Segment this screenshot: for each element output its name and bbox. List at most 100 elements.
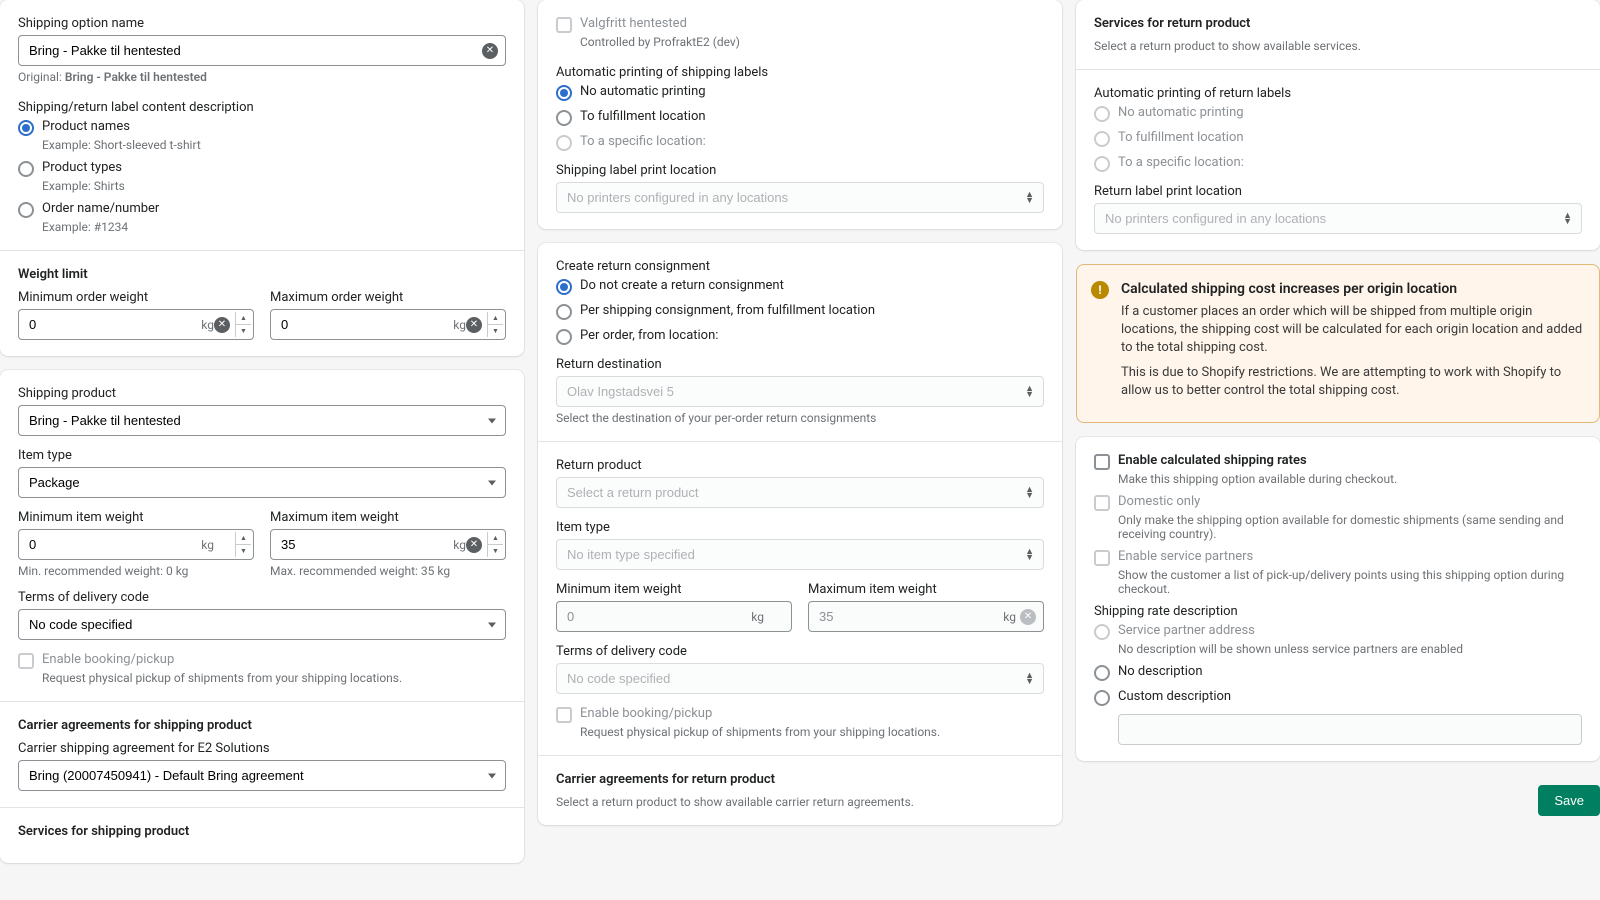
radio-label: To a specific location: bbox=[1118, 155, 1244, 170]
stepper[interactable]: ▲▼ bbox=[487, 312, 503, 337]
radio[interactable] bbox=[556, 329, 572, 345]
banner-p2: This is due to Shopify restrictions. We … bbox=[1121, 364, 1583, 400]
max-item-weight-label: Maximum item weight bbox=[270, 510, 506, 525]
domestic-label: Domestic only bbox=[1118, 494, 1582, 509]
services-return-title: Services for return product bbox=[1094, 16, 1582, 31]
clear-icon[interactable]: ✕ bbox=[482, 43, 498, 59]
item-type-select[interactable]: Package bbox=[18, 467, 506, 498]
return-product-label: Return product bbox=[556, 458, 1044, 473]
radio[interactable] bbox=[556, 279, 572, 295]
valgfritt-label: Valgfritt hentested bbox=[580, 16, 740, 31]
save-button[interactable]: Save bbox=[1538, 785, 1600, 816]
rate-desc-option[interactable]: Custom description bbox=[1094, 689, 1582, 706]
return-print-loc-select: No printers configured in any locations bbox=[1094, 203, 1582, 234]
radio-label: To a specific location: bbox=[580, 134, 706, 149]
rate-desc-label: Shipping rate description bbox=[1094, 604, 1582, 619]
shipping-option-name-input[interactable] bbox=[18, 35, 506, 66]
partners-help: Show the customer a list of pick-up/deli… bbox=[1118, 568, 1582, 596]
shipping-product-select[interactable]: Bring - Pakke til hentested bbox=[18, 405, 506, 436]
enable-calc-checkbox[interactable] bbox=[1094, 454, 1110, 470]
radio-label: No automatic printing bbox=[580, 84, 706, 99]
content-desc-label: Shipping/return label content descriptio… bbox=[18, 100, 506, 115]
radio[interactable] bbox=[18, 202, 34, 218]
rterms-label: Terms of delivery code bbox=[556, 644, 1044, 659]
content-option[interactable]: Order name/number Example: #1234 bbox=[18, 201, 506, 234]
services-shipping-title: Services for shipping product bbox=[18, 824, 506, 839]
radio-label: Order name/number bbox=[42, 201, 159, 216]
radio-label: To fulfillment location bbox=[580, 109, 706, 124]
content-option[interactable]: Product namesExample: Short-sleeved t-sh… bbox=[18, 119, 506, 152]
custom-desc-input bbox=[1118, 714, 1582, 745]
rcarrier-help: Select a return product to show availabl… bbox=[556, 795, 1044, 809]
radio[interactable] bbox=[18, 120, 34, 136]
carrier-sub-label: Carrier shipping agreement for E2 Soluti… bbox=[18, 741, 506, 756]
max-rec-help: Max. recommended weight: 35 kg bbox=[270, 564, 506, 578]
max-order-weight-label: Maximum order weight bbox=[270, 290, 506, 305]
autoprint-option: To a specific location: bbox=[556, 134, 1044, 151]
enable-calc-label: Enable calculated shipping rates bbox=[1118, 453, 1397, 468]
radio[interactable] bbox=[556, 110, 572, 126]
terms-label: Terms of delivery code bbox=[18, 590, 506, 605]
services-return-help: Select a return product to show availabl… bbox=[1094, 39, 1582, 53]
calculated-rates-card: Enable calculated shipping rates Make th… bbox=[1076, 437, 1600, 761]
return-print-loc-label: Return label print location bbox=[1094, 184, 1582, 199]
radio-label: Service partner address bbox=[1118, 623, 1463, 638]
radio-label: Per shipping consignment, from fulfillme… bbox=[580, 303, 875, 318]
ship-print-loc-label: Shipping label print location bbox=[556, 163, 1044, 178]
shipping-option-name-label: Shipping option name bbox=[18, 16, 506, 31]
rcarrier-title: Carrier agreements for return product bbox=[556, 772, 1044, 787]
create-return-option[interactable]: Do not create a return consignment bbox=[556, 278, 1044, 295]
autoprint-return-option: To fulfillment location bbox=[1094, 130, 1582, 147]
ship-print-loc-select: No printers configured in any locations bbox=[556, 182, 1044, 213]
autoprint-option[interactable]: To fulfillment location bbox=[556, 109, 1044, 126]
radio-help: Example: Short-sleeved t-shirt bbox=[42, 138, 201, 152]
radio[interactable] bbox=[1094, 665, 1110, 681]
valgfritt-checkbox bbox=[556, 17, 572, 33]
return-dest-help: Select the destination of your per-order… bbox=[556, 411, 1044, 425]
radio[interactable] bbox=[1094, 690, 1110, 706]
min-item-weight-input[interactable] bbox=[18, 529, 254, 560]
original-name: Original: Bring - Pakke til hentested bbox=[18, 70, 506, 84]
radio-help: No description will be shown unless serv… bbox=[1118, 642, 1463, 656]
radio[interactable] bbox=[556, 304, 572, 320]
radio bbox=[556, 135, 572, 151]
weight-limit-title: Weight limit bbox=[18, 267, 506, 282]
stepper[interactable]: ▲▼ bbox=[487, 532, 503, 557]
auto-print-return-label: Automatic printing of return labels bbox=[1094, 86, 1582, 101]
radio-help: Example: #1234 bbox=[42, 220, 159, 234]
r-enable-booking-help: Request physical pickup of shipments fro… bbox=[580, 725, 940, 739]
return-dest-select: Olav Ingstadsvei 5 bbox=[556, 376, 1044, 407]
min-order-weight-label: Minimum order weight bbox=[18, 290, 254, 305]
return-services-card: Services for return product Select a ret… bbox=[1076, 0, 1600, 250]
return-dest-label: Return destination bbox=[556, 357, 1044, 372]
radio-label: Custom description bbox=[1118, 689, 1231, 704]
clear-icon[interactable]: ✕ bbox=[214, 317, 230, 333]
radio bbox=[1094, 156, 1110, 172]
stepper[interactable]: ▲▼ bbox=[235, 532, 251, 557]
enable-calc-help: Make this shipping option available duri… bbox=[1118, 472, 1397, 486]
ritem-type-label: Item type bbox=[556, 520, 1044, 535]
create-return-option[interactable]: Per shipping consignment, from fulfillme… bbox=[556, 303, 1044, 320]
terms-select[interactable]: No code specified bbox=[18, 609, 506, 640]
stepper[interactable]: ▲▼ bbox=[235, 312, 251, 337]
radio-help: Example: Shirts bbox=[42, 179, 125, 193]
r-enable-booking-checkbox bbox=[556, 707, 572, 723]
radio-label: Product types bbox=[42, 160, 125, 175]
enable-booking-checkbox[interactable] bbox=[18, 653, 34, 669]
warning-banner: ! Calculated shipping cost increases per… bbox=[1076, 264, 1600, 423]
clear-icon[interactable]: ✕ bbox=[466, 537, 482, 553]
radio-label: Per order, from location: bbox=[580, 328, 718, 343]
clear-icon[interactable]: ✕ bbox=[466, 317, 482, 333]
radio[interactable] bbox=[556, 85, 572, 101]
rterms-select: No code specified bbox=[556, 663, 1044, 694]
radio[interactable] bbox=[18, 161, 34, 177]
enable-booking-label: Enable booking/pickup bbox=[42, 652, 402, 667]
autoprint-option[interactable]: No automatic printing bbox=[556, 84, 1044, 101]
content-option[interactable]: Product types Example: Shirts bbox=[18, 160, 506, 193]
carrier-agreement-select[interactable]: Bring (20007450941) - Default Bring agre… bbox=[18, 760, 506, 791]
create-return-option[interactable]: Per order, from location: bbox=[556, 328, 1044, 345]
rate-desc-option[interactable]: No description bbox=[1094, 664, 1582, 681]
radio-label: No automatic printing bbox=[1118, 105, 1244, 120]
return-consignment-card: Create return consignment Do not create … bbox=[538, 243, 1062, 825]
auto-print-ship-label: Automatic printing of shipping labels bbox=[556, 65, 1044, 80]
